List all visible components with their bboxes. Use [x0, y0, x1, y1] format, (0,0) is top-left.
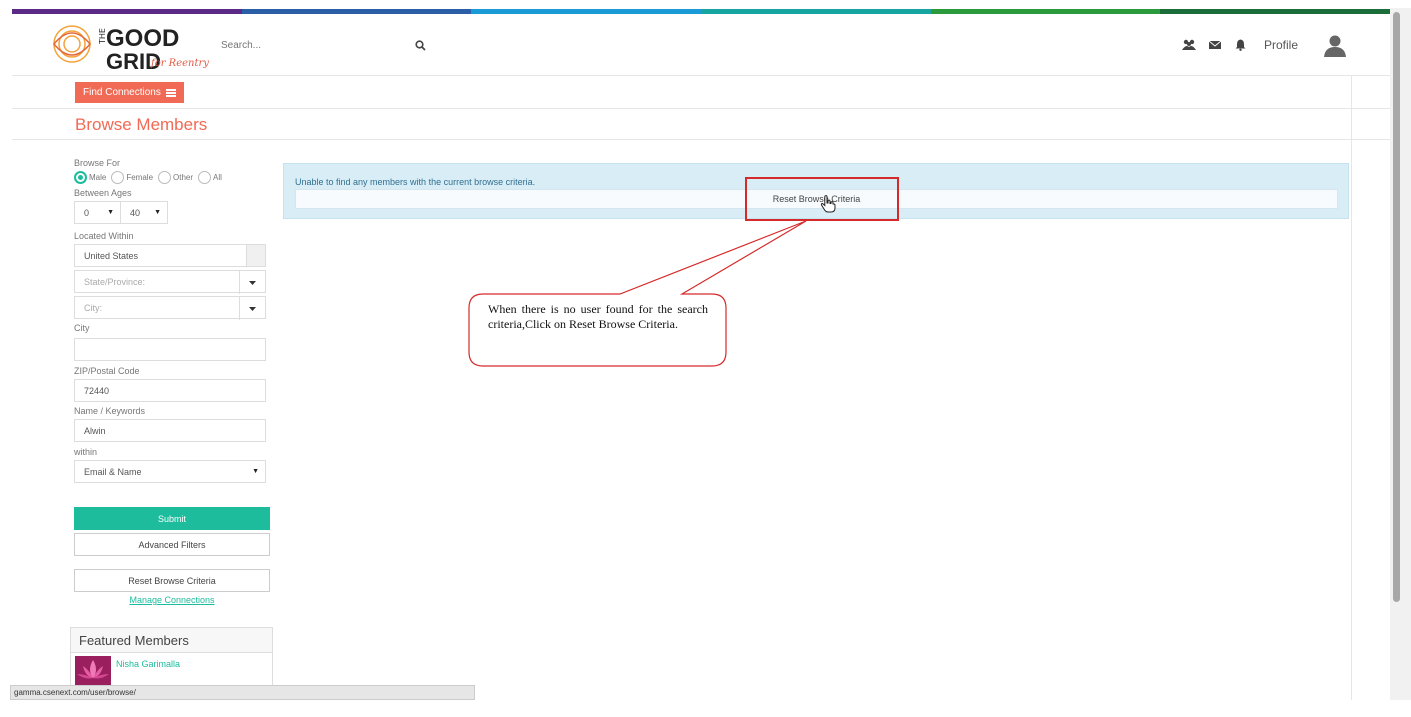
browse-filter-panel: Browse For Male Female Other All Between…	[74, 158, 274, 605]
scrollbar-thumb[interactable]	[1393, 12, 1400, 602]
caret-down-icon: ▼	[107, 209, 114, 216]
advanced-filters-button[interactable]: Advanced Filters	[74, 533, 270, 556]
logo-emblem-icon: THE GOOD GRID for Reentry	[53, 25, 209, 74]
browse-for-label: Browse For	[74, 158, 121, 168]
header-nav: Profile	[1181, 32, 1348, 58]
search-input[interactable]	[217, 32, 407, 58]
search-icon	[414, 39, 426, 51]
radio-all[interactable]	[198, 170, 212, 184]
search-button[interactable]	[407, 32, 433, 58]
avatar[interactable]	[1322, 32, 1348, 58]
country-addon[interactable]	[247, 244, 266, 267]
country-field[interactable]: United States	[74, 244, 247, 267]
status-url: gamma.csenext.com/user/browse/	[14, 688, 136, 697]
state-select[interactable]: State/Province:	[74, 270, 266, 294]
radio-male[interactable]	[74, 170, 87, 184]
radio-female[interactable]	[111, 170, 125, 184]
sub-toolbar: Find Connections	[12, 76, 1390, 109]
list-item: Nisha Garimalla	[71, 653, 272, 689]
annotation-callout-text: When there is no user found for the sear…	[488, 302, 708, 331]
hand-cursor-icon	[820, 195, 836, 216]
browser-status-bar: gamma.csenext.com/user/browse/	[10, 685, 475, 700]
page-title: Browse Members	[75, 115, 208, 134]
city-label: City	[74, 323, 90, 333]
hamburger-icon	[165, 88, 176, 97]
caret-down-icon	[239, 271, 265, 294]
bell-icon[interactable]	[1234, 38, 1248, 52]
find-connections-label: Find Connections	[83, 87, 161, 98]
mail-icon[interactable]	[1208, 38, 1222, 52]
vertical-scrollbar[interactable]	[1390, 8, 1411, 700]
between-ages-label: Between Ages	[74, 188, 132, 198]
manage-connections-link[interactable]: Manage Connections	[74, 595, 270, 605]
featured-members-panel: Featured Members Nisha Garimalla	[70, 627, 273, 687]
svg-text:for Reentry: for Reentry	[150, 58, 209, 69]
located-within-label: Located Within	[74, 231, 134, 241]
name-keywords-input[interactable]: Alwin	[74, 419, 266, 442]
profile-link[interactable]: Profile	[1264, 38, 1298, 52]
member-name-link[interactable]: Nisha Garimalla	[116, 659, 180, 686]
search-bar	[217, 32, 443, 58]
caret-down-icon: ▼	[252, 468, 259, 475]
radio-female-label: Female	[126, 172, 154, 182]
city-select[interactable]: City:	[74, 296, 266, 320]
reset-browse-criteria-button[interactable]: Reset Browse Criteria	[74, 569, 270, 592]
age-max-select[interactable]: 40 ▼	[121, 201, 168, 224]
member-photo[interactable]	[75, 656, 111, 686]
radio-other[interactable]	[158, 170, 172, 184]
within-select[interactable]: Email & Name ▼	[74, 460, 266, 483]
submit-button[interactable]: Submit	[74, 507, 270, 530]
radio-all-label: All	[213, 172, 222, 182]
age-range: 0 ▼ 40 ▼	[74, 201, 274, 224]
radio-other-label: Other	[173, 172, 194, 182]
caret-down-icon	[239, 297, 265, 320]
zip-input[interactable]: 72440	[74, 379, 266, 402]
site-header: THE GOOD GRID for Reentry Profile	[12, 14, 1390, 76]
zip-label: ZIP/Postal Code	[74, 366, 140, 376]
age-min-select[interactable]: 0 ▼	[74, 201, 121, 224]
featured-members-heading: Featured Members	[71, 628, 272, 653]
find-connections-button[interactable]: Find Connections	[75, 82, 184, 103]
name-keywords-label: Name / Keywords	[74, 406, 146, 416]
no-results-message: Unable to find any members with the curr…	[295, 177, 536, 187]
caret-down-icon: ▼	[154, 209, 161, 216]
connections-icon[interactable]	[1181, 38, 1196, 52]
radio-male-label: Male	[89, 172, 107, 182]
country-field-group: United States	[74, 244, 274, 267]
city-input[interactable]	[74, 338, 266, 361]
content-right-border	[1351, 76, 1352, 700]
page-title-bar: Browse Members	[12, 109, 1390, 140]
svg-text:GOOD: GOOD	[106, 25, 179, 52]
gender-radio-group: Male Female Other All	[74, 170, 274, 184]
within-label: within	[74, 447, 98, 457]
logo[interactable]: THE GOOD GRID for Reentry	[48, 16, 218, 74]
